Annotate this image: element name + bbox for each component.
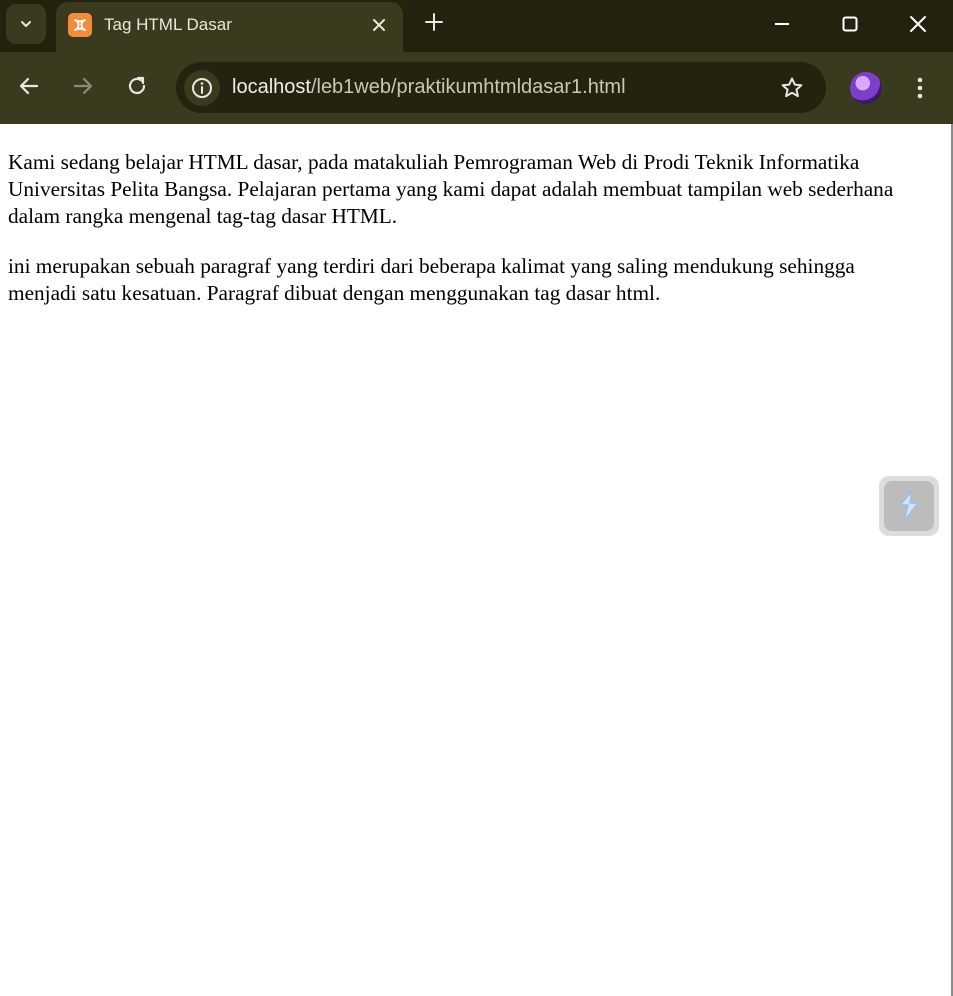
arrow-left-icon [19, 77, 39, 95]
tab-search-button[interactable] [6, 4, 46, 44]
lightning-icon [899, 490, 919, 522]
chevron-down-icon [21, 21, 31, 27]
minimize-button[interactable] [750, 2, 814, 46]
profile-avatar[interactable] [850, 72, 882, 104]
xampp-icon [68, 13, 92, 37]
page-content: Kami sedang belajar HTML dasar, pada mat… [0, 124, 953, 996]
floating-widget-inner [884, 481, 934, 531]
kebab-menu-icon [917, 77, 923, 99]
paragraph-2: ini merupakan sebuah paragraf yang terdi… [8, 254, 855, 305]
forward-button[interactable] [65, 68, 101, 104]
plus-icon [425, 13, 443, 31]
arrow-right-icon [73, 77, 93, 95]
paragraph-1: Kami sedang belajar HTML dasar, pada mat… [8, 150, 894, 228]
url-host: localhost [232, 76, 311, 98]
reload-button[interactable] [119, 68, 155, 104]
maximize-button[interactable] [818, 2, 882, 46]
site-info-button[interactable] [184, 70, 220, 106]
address-bar[interactable]: localhost/leb1web/praktikumhtmldasar1.ht… [176, 62, 826, 113]
url-path: /leb1web/praktikumhtmldasar1.html [310, 76, 626, 98]
back-button[interactable] [11, 68, 47, 104]
minimize-icon [775, 23, 789, 25]
reload-icon [128, 76, 146, 95]
browser-menu-button[interactable] [904, 70, 936, 106]
new-tab-button[interactable] [418, 6, 450, 38]
tab-title: Tag HTML Dasar [104, 15, 232, 34]
browser-toolbar: localhost/leb1web/praktikumhtmldasar1.ht… [0, 52, 953, 124]
maximize-icon [842, 16, 858, 32]
tab-active[interactable]: Tag HTML Dasar [56, 2, 403, 52]
close-icon [373, 19, 385, 31]
tab-close-button[interactable] [365, 11, 393, 39]
floating-widget-button[interactable] [879, 476, 939, 536]
close-window-button[interactable] [886, 2, 950, 46]
address-bar-url: localhost/leb1web/praktikumhtmldasar1.ht… [232, 76, 626, 99]
close-icon [910, 16, 926, 32]
browser-chrome: Tag HTML Dasar localhost/leb1web/praktik… [0, 0, 953, 124]
info-icon [192, 78, 212, 98]
bookmark-button[interactable] [778, 74, 806, 102]
tab-strip: Tag HTML Dasar [0, 0, 953, 52]
star-icon [781, 77, 803, 98]
